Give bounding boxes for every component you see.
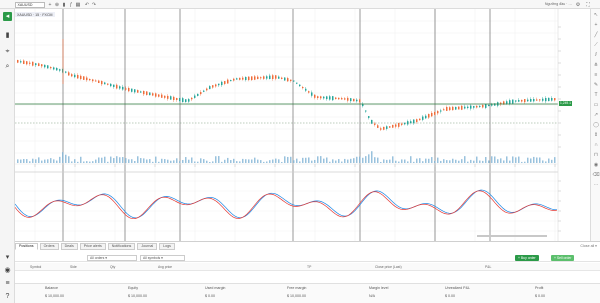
plus-icon[interactable]: + — [47, 2, 53, 8]
measure-icon[interactable]: ⇕ — [592, 131, 600, 139]
chart-scrollbar[interactable] — [477, 235, 547, 237]
list-icon[interactable]: ≡ — [3, 279, 12, 288]
summary-item: Used margin $ 0.00 — [205, 286, 225, 298]
cursor-icon[interactable]: ↖ — [592, 11, 600, 19]
buy-order-button[interactable]: + Buy order — [515, 254, 539, 261]
summary-label: Equity — [128, 286, 138, 290]
drawing-toolbar: ↖ + ╱ ⟋ ⫽ ⋔ ≡ ✎ T ▭ ↗ ◯ ⇕ ∩ ⊓ ◉ ⌫ ⋯ — [590, 9, 600, 241]
column-header[interactable]: Symbol — [30, 265, 41, 269]
current-price-tag: 1,249.1 — [559, 101, 572, 106]
indicators-icon[interactable]: ƒ — [68, 2, 74, 8]
summary-item: Unrealized P&L $ 0.00 — [445, 286, 470, 298]
redo-icon[interactable]: ↷ — [91, 2, 97, 8]
trading-panel: Positions Orders Deals Price alerts Notifica… — [15, 241, 600, 303]
column-header[interactable]: TP — [307, 265, 311, 269]
summary-item: Equity $ 10,000.00 — [128, 286, 147, 298]
fullscreen-icon[interactable]: ⛶ — [585, 2, 591, 8]
symbol-filter-select[interactable]: All symbols ▾ — [140, 254, 185, 261]
tab-logs[interactable]: Logs — [159, 243, 175, 250]
eye-icon[interactable]: ◉ — [592, 161, 600, 169]
text-tool-icon[interactable]: T — [592, 91, 600, 99]
panel-tabs: Positions Orders Deals Price alerts Notifica… — [15, 243, 177, 251]
tab-journal[interactable]: Journal — [137, 243, 158, 250]
column-header[interactable]: Side — [70, 265, 77, 269]
summary-item: Margin level N/A — [369, 286, 388, 298]
column-header[interactable]: Avg price — [158, 265, 172, 269]
orders-table-header: Symbol Side Qty Avg price TP Close price (Las… — [15, 263, 600, 271]
summary-value: $ 0.00 — [535, 294, 545, 298]
filter-bar: All orders ▾ All symbols ▾ + Buy order +… — [15, 253, 600, 262]
ray-icon[interactable]: ⟋ — [592, 41, 600, 49]
account-icon[interactable]: ◉ — [3, 266, 12, 275]
summary-label: Balance — [45, 286, 58, 290]
tab-price-alerts[interactable]: Price alerts — [79, 243, 106, 250]
brush-icon[interactable]: ✎ — [592, 81, 600, 89]
cursor-tool-icon[interactable]: ⌖ — [3, 47, 12, 56]
tab-notifications[interactable]: Notifications — [107, 243, 136, 250]
tab-orders[interactable]: Orders — [39, 243, 59, 250]
trash-icon[interactable]: ⌫ — [592, 171, 600, 179]
summary-item: Profit $ 0.00 — [535, 286, 545, 298]
sell-order-button[interactable]: + Sell order — [551, 254, 575, 261]
session-separators — [62, 9, 491, 241]
summary-value: $ 10,000.00 — [45, 294, 64, 298]
summary-label: Used margin — [205, 286, 226, 290]
summary-item: Free margin $ 10,000.00 — [287, 286, 306, 298]
summary-item: Balance $ 10,000.00 — [45, 286, 64, 298]
left-sidebar: ◂ ▮ ⌖ ⌕ ▾ ◉ ≡ ? — [0, 9, 15, 303]
summary-label: Profit — [535, 286, 544, 290]
price-axis[interactable] — [558, 9, 590, 241]
topbar-right-text: Ngưỡng đầu · … — [544, 2, 572, 6]
settings-icon[interactable]: ⚙ — [575, 2, 581, 8]
account-summary: Balance $ 10,000.00 Equity $ 10,000.00 Used … — [15, 283, 600, 303]
more-icon[interactable]: ⋯ — [592, 181, 600, 189]
candle-type-icon[interactable]: ▮ — [61, 2, 67, 8]
tab-deals[interactable]: Deals — [60, 243, 78, 250]
zoom-icon[interactable]: ⌕ — [3, 62, 12, 71]
symbol-info: XAUUSD · 15 · FXCM — [15, 12, 55, 17]
column-header[interactable]: P&L — [485, 265, 491, 269]
crosshair-icon[interactable]: + — [592, 21, 600, 29]
channel-icon[interactable]: ⫽ — [592, 51, 600, 59]
column-header[interactable]: Qty — [110, 265, 115, 269]
symbol-search-input[interactable]: XAUUSD — [15, 1, 45, 8]
order-status-select[interactable]: All orders ▾ — [87, 254, 137, 261]
time-axis-ticks — [34, 164, 556, 167]
price-chart-svg[interactable] — [15, 9, 590, 241]
summary-value: $ 0.00 — [205, 294, 215, 298]
lock-icon[interactable]: ⊓ — [592, 151, 600, 159]
tab-positions[interactable]: Positions — [15, 243, 38, 250]
fib-icon[interactable]: ≡ — [592, 71, 600, 79]
summary-label: Margin level — [369, 286, 389, 290]
summary-label: Free margin — [287, 286, 307, 290]
trend-line-icon[interactable]: ╱ — [592, 31, 600, 39]
chart-area[interactable] — [15, 9, 590, 241]
summary-value: N/A — [369, 294, 375, 298]
help-icon[interactable]: ? — [3, 292, 12, 301]
top-toolbar: XAUUSD + ⊕ ▮ ƒ ▦ ↶ ↷ Ngưỡng đầu · … ⚙ ⛶ — [0, 0, 600, 9]
settings-icon[interactable]: ▾ — [3, 253, 12, 262]
trade-icon[interactable]: ◂ — [3, 12, 12, 21]
pitchfork-icon[interactable]: ⋔ — [592, 61, 600, 69]
chart-grid — [15, 9, 558, 241]
close-all-button[interactable]: Close all ▾ — [580, 244, 597, 248]
ellipse-icon[interactable]: ◯ — [592, 121, 600, 129]
compare-icon[interactable]: ⊕ — [54, 2, 60, 8]
watchlist-icon[interactable]: ▮ — [3, 31, 12, 40]
column-header[interactable]: Close price (Last) — [375, 265, 402, 269]
stochastic-oscillator — [15, 189, 558, 220]
undo-icon[interactable]: ↶ — [84, 2, 90, 8]
summary-label: Unrealized P&L — [445, 286, 470, 290]
summary-value: $ 10,000.00 — [287, 294, 306, 298]
templates-icon[interactable]: ▦ — [75, 2, 81, 8]
magnet-icon[interactable]: ∩ — [592, 141, 600, 149]
summary-value: $ 0.00 — [445, 294, 455, 298]
shape-icon[interactable]: ▭ — [592, 101, 600, 109]
arrow-icon[interactable]: ↗ — [592, 111, 600, 119]
summary-value: $ 10,000.00 — [128, 294, 147, 298]
